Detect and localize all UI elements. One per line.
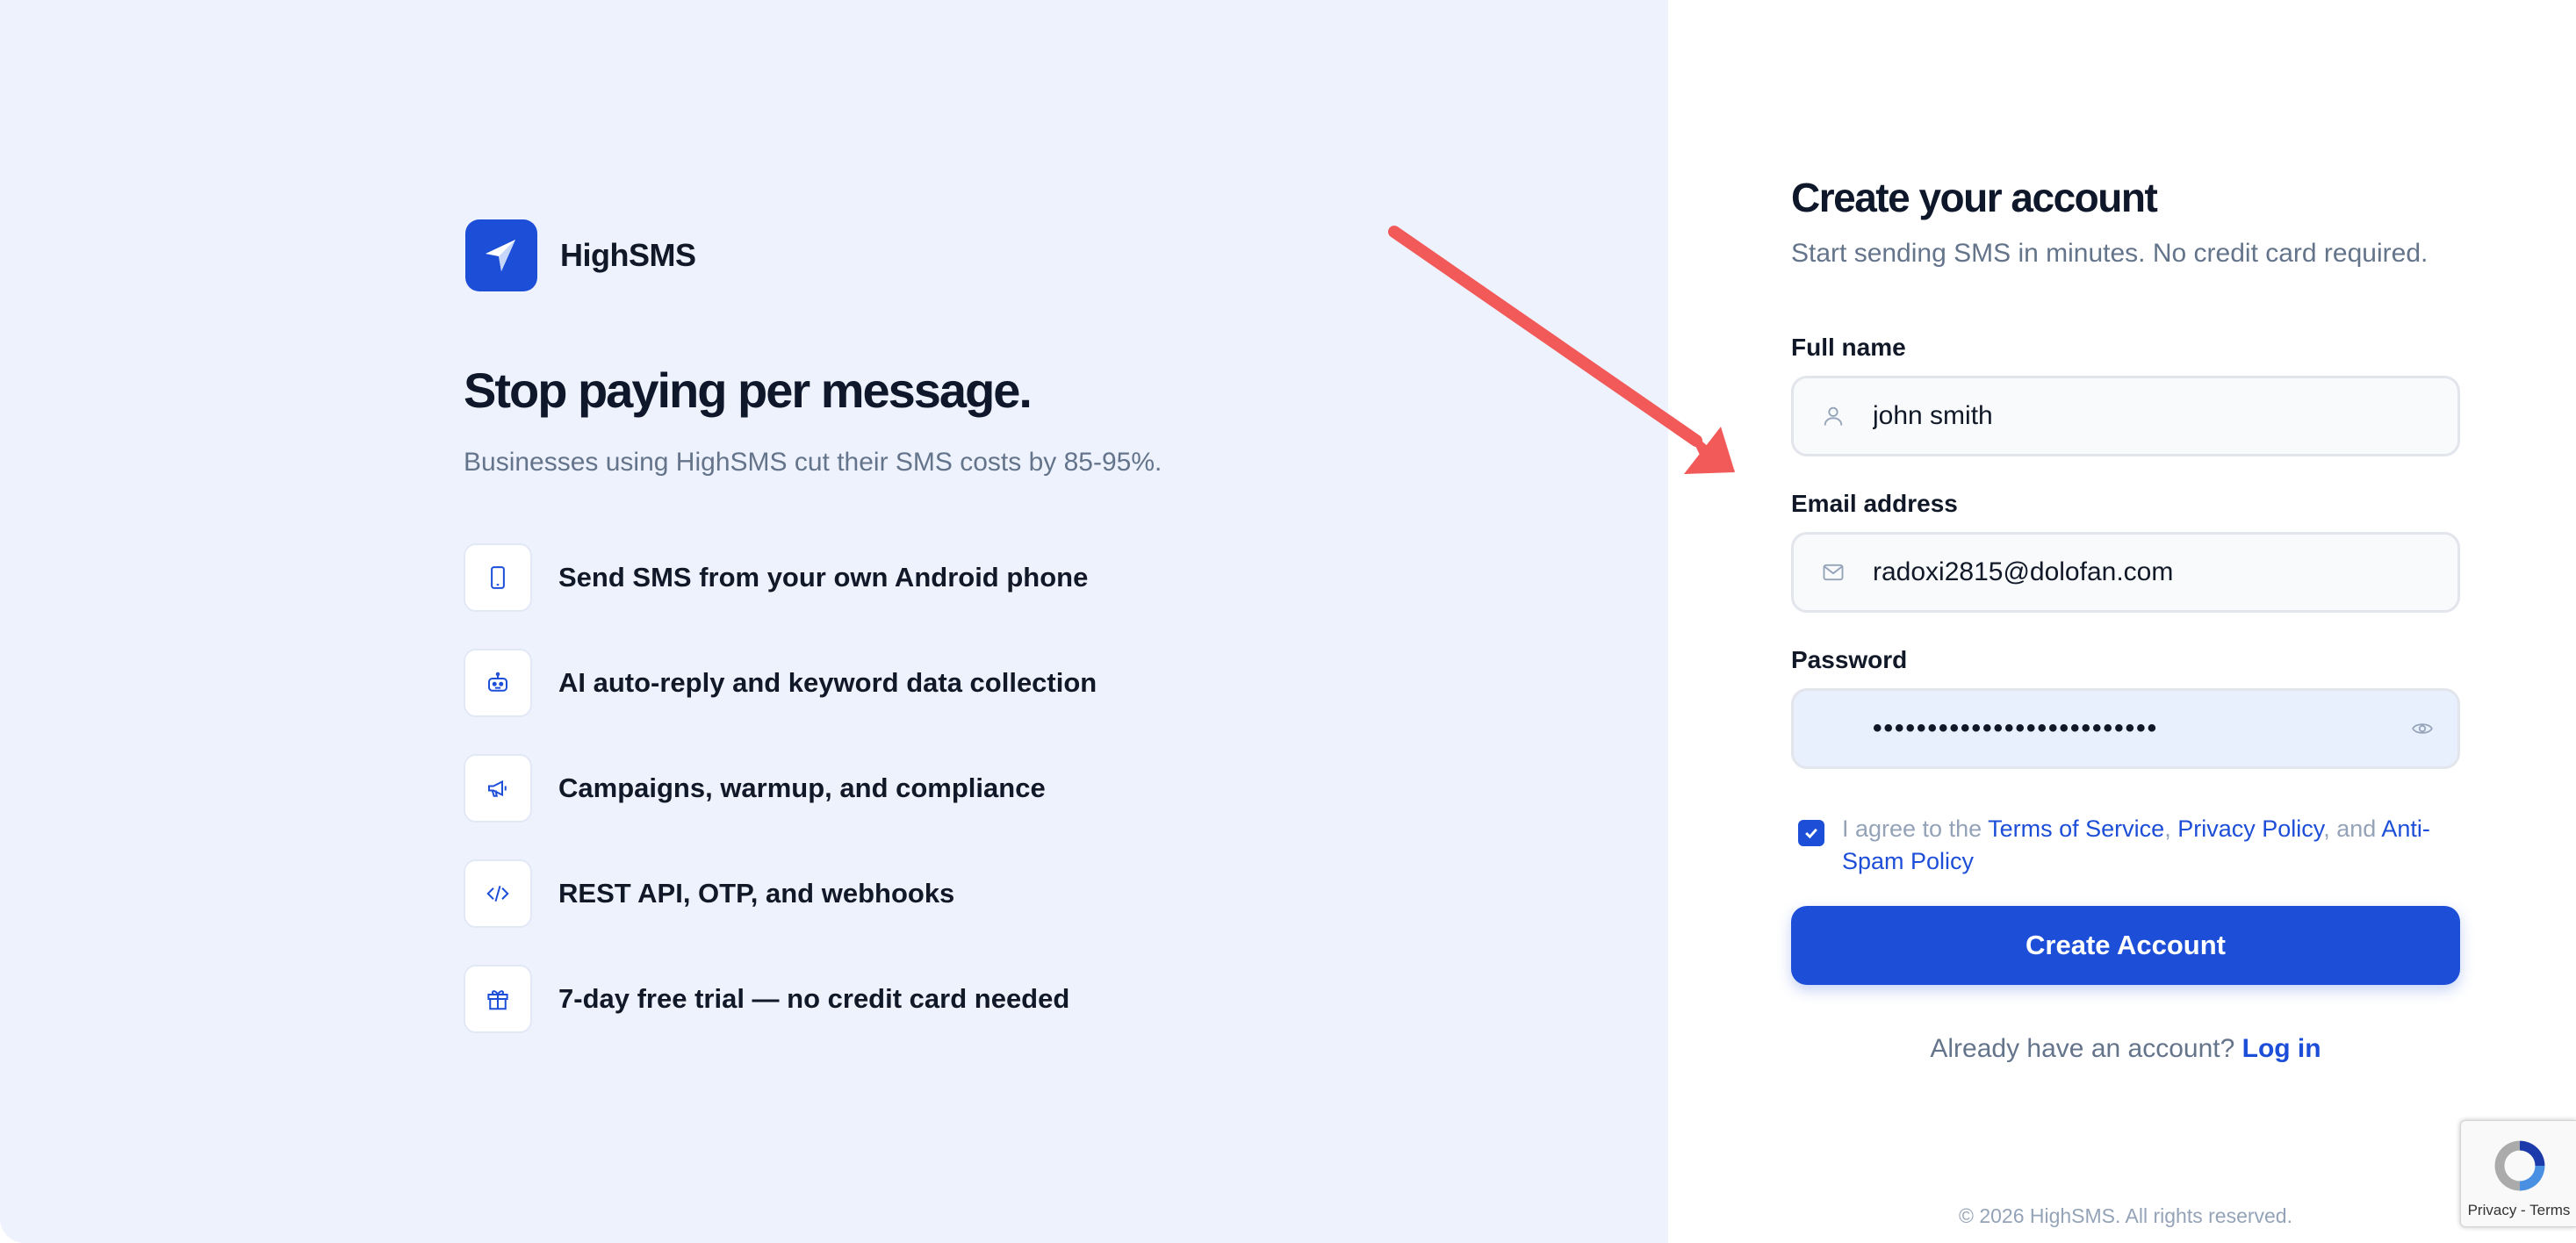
full-name-field[interactable] [1791,376,2460,456]
feature-label: Send SMS from your own Android phone [558,562,1089,593]
form-subtitle: Start sending SMS in minutes. No credit … [1791,239,2428,268]
robot-icon [464,649,532,717]
recaptcha-badge[interactable]: Privacy - Terms [2460,1120,2576,1227]
recaptcha-icon [2489,1135,2551,1201]
feature-item: Send SMS from your own Android phone [464,542,1097,613]
terms-checkbox[interactable] [1798,820,1824,846]
feature-item: AI auto-reply and keyword data collectio… [464,648,1097,718]
login-link[interactable]: Log in [2242,1034,2321,1063]
feature-item: Campaigns, warmup, and compliance [464,753,1097,823]
full-name-label: Full name [1791,334,1906,361]
terms-agreement: I agree to the Terms of Service, Privacy… [1798,813,2465,878]
login-prompt-text: Already have an account? [1930,1034,2235,1063]
terms-separator: , [2164,815,2178,842]
code-icon [464,859,532,928]
footer-copyright: © 2026 HighSMS. All rights reserved. [1958,1204,2292,1227]
feature-label: Campaigns, warmup, and compliance [558,772,1046,803]
smartphone-icon [464,543,532,612]
feature-item: REST API, OTP, and webhooks [464,859,1097,929]
create-account-button[interactable]: Create Account [1791,906,2460,985]
paper-plane-icon [465,219,537,291]
full-name-input[interactable] [1873,390,2457,442]
eye-icon[interactable] [2387,717,2457,740]
terms-separator: , and [2323,815,2382,842]
user-icon [1794,404,1873,428]
gift-icon [464,965,532,1033]
password-input[interactable]: •••••••••••••••••••••••••• [1873,714,2387,744]
email-field[interactable] [1791,532,2460,613]
feature-item: 7-day free trial — no credit card needed [464,964,1097,1034]
password-label: Password [1791,646,1908,673]
login-prompt: Already have an account? Log in [1791,1034,2460,1064]
recaptcha-text[interactable]: Privacy - Terms [2461,1202,2576,1219]
hero-panel: HighSMS Stop paying per message. Busines… [0,0,1668,1243]
terms-text: I agree to the Terms of Service, Privacy… [1842,813,2465,878]
feature-label: REST API, OTP, and webhooks [558,878,955,909]
feature-list: Send SMS from your own Android phone AI … [464,542,1097,1069]
feature-label: 7-day free trial — no credit card needed [558,983,1070,1014]
mail-icon [1794,560,1873,585]
privacy-policy-link[interactable]: Privacy Policy [2177,815,2323,842]
brand: HighSMS [465,219,696,291]
hero-headline: Stop paying per message. [464,363,1033,418]
email-label: Email address [1791,490,1958,517]
feature-label: AI auto-reply and keyword data collectio… [558,667,1097,698]
terms-of-service-link[interactable]: Terms of Service [1988,815,2164,842]
check-icon [1805,828,1817,839]
brand-name: HighSMS [560,237,696,273]
hero-subheadline: Businesses using HighSMS cut their SMS c… [464,448,1162,477]
form-title: Create your account [1791,175,2158,220]
megaphone-icon [464,754,532,823]
terms-prefix: I agree to the [1842,815,1989,842]
password-field[interactable]: •••••••••••••••••••••••••• [1791,688,2460,769]
email-input[interactable] [1873,546,2457,599]
